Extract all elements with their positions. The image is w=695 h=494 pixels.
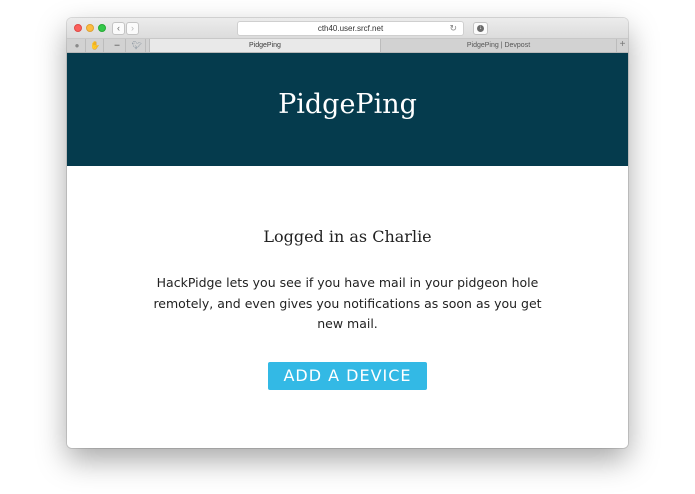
new-tab-button[interactable]: + <box>616 39 628 52</box>
minimize-window-button[interactable] <box>86 24 94 32</box>
hero-banner: PidgePing <box>67 53 628 166</box>
pinned-tab-hand[interactable]: ✋ <box>87 39 104 52</box>
plus-icon: + <box>619 39 626 50</box>
zoom-window-button[interactable] <box>98 24 106 32</box>
downloads-button[interactable]: ↓ <box>473 22 488 35</box>
minus-icon: ━ <box>114 41 120 50</box>
browser-window: ‹ › cth40.user.srcf.net ↻ ↓ ● ✋ ━ 🐦︎ Pid… <box>67 18 628 448</box>
back-button[interactable]: ‹ <box>112 22 125 35</box>
pinned-tab-twitter[interactable]: 🐦︎ <box>129 39 146 52</box>
url-text: cth40.user.srcf.net <box>317 24 384 33</box>
address-bar[interactable]: cth40.user.srcf.net ↻ <box>237 21 464 36</box>
twitter-bird-icon: 🐦︎ <box>131 41 143 50</box>
chevron-left-icon: ‹ <box>117 23 120 33</box>
page-content: PidgePing Logged in as Charlie HackPidge… <box>67 53 628 448</box>
title-bar: ‹ › cth40.user.srcf.net ↻ ↓ <box>67 18 628 39</box>
tab-pidgeping[interactable]: PidgePing <box>149 39 381 52</box>
pinned-tab-bar[interactable]: ━ <box>109 39 126 52</box>
logged-in-status: Logged in as Charlie <box>263 227 432 246</box>
chevron-right-icon: › <box>131 23 134 33</box>
close-window-button[interactable] <box>74 24 82 32</box>
forward-button[interactable]: › <box>126 22 139 35</box>
tab-pidgeping-devpost[interactable]: PidgePing | Devpost <box>381 39 616 52</box>
tab-bar: ● ✋ ━ 🐦︎ PidgePing PidgePing | Devpost + <box>67 39 628 53</box>
download-icon: ↓ <box>477 25 484 32</box>
app-description: HackPidge lets you see if you have mail … <box>153 275 542 331</box>
tab-label: PidgePing | Devpost <box>466 42 531 49</box>
tab-label: PidgePing <box>249 42 281 49</box>
site-title: PidgePing <box>278 89 417 120</box>
reload-icon[interactable]: ↻ <box>449 22 457 35</box>
add-device-button[interactable]: ADD A DEVICE <box>268 362 427 390</box>
messenger-icon: ● <box>74 41 80 50</box>
pinned-tab-messenger[interactable]: ● <box>69 39 86 52</box>
hand-icon: ✋ <box>90 41 100 50</box>
